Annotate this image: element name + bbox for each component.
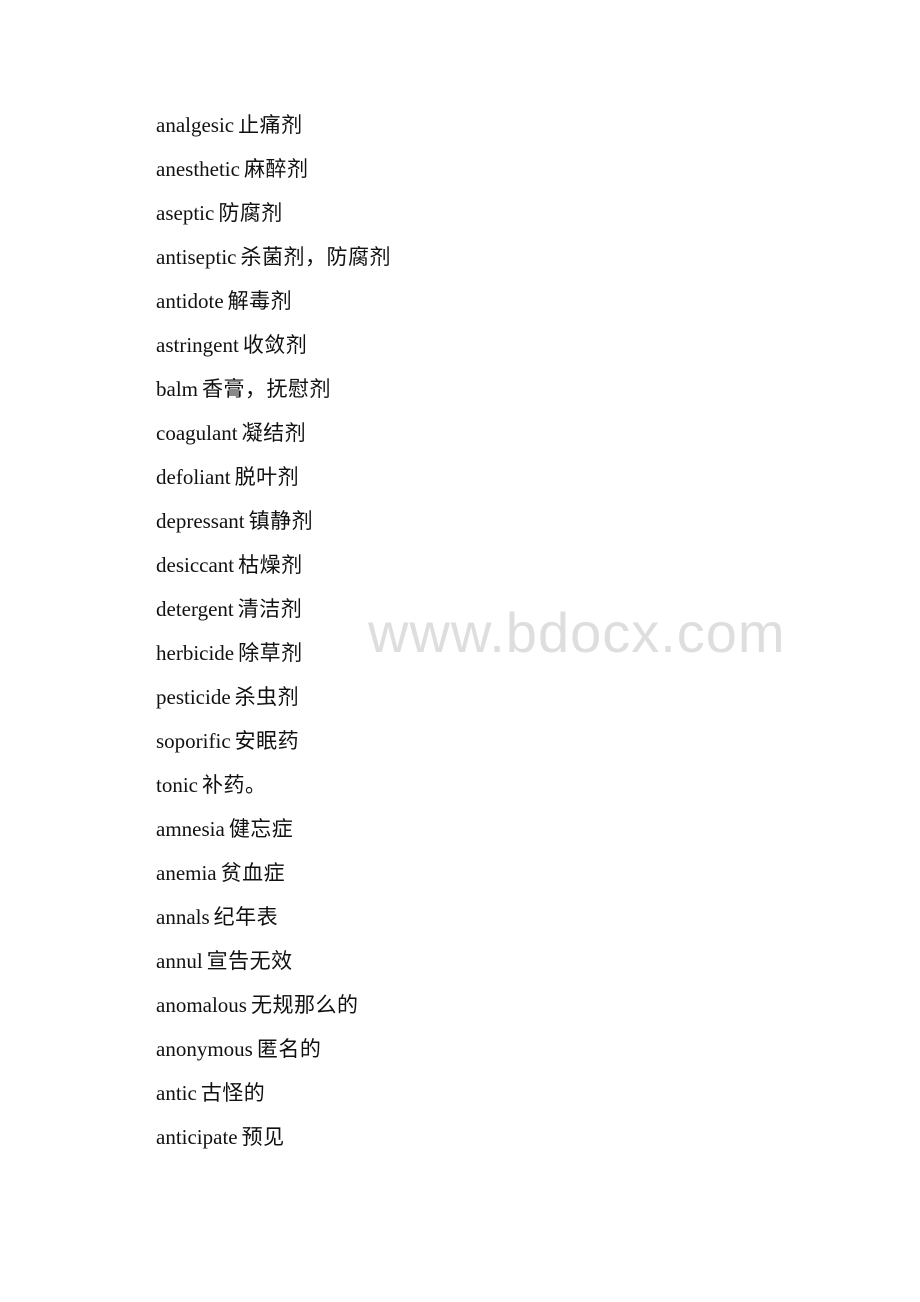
entry-definition: 凝结剂 — [241, 421, 307, 445]
entry-definition: 补药。 — [202, 773, 267, 797]
entry-definition: 匿名的 — [256, 1037, 322, 1061]
entry-definition: 枯燥剂 — [238, 553, 303, 577]
list-item: antic 古怪的 — [156, 1079, 391, 1123]
entry-term: anticipate — [156, 1125, 238, 1149]
watermark: www.bdocx.com — [368, 601, 786, 664]
entry-term: defoliant — [156, 465, 231, 489]
entry-term: astringent — [156, 333, 239, 357]
entry-definition: 健忘症 — [228, 817, 294, 841]
entry-term: pesticide — [156, 685, 231, 709]
entry-definition: 杀菌剂，防腐剂 — [240, 245, 391, 269]
list-item: anticipate 预见 — [156, 1123, 391, 1167]
entry-term: balm — [156, 377, 198, 401]
list-item: annul 宣告无效 — [156, 947, 391, 991]
entry-term: amnesia — [156, 817, 225, 841]
entry-definition: 防腐剂 — [218, 201, 283, 225]
entry-term: anomalous — [156, 993, 247, 1017]
list-item: defoliant 脱叶剂 — [156, 463, 391, 507]
entry-definition: 安眠药 — [234, 729, 300, 753]
list-item: desiccant 枯燥剂 — [156, 551, 391, 595]
document-page: analgesic 止痛剂 anesthetic 麻醉剂 aseptic 防腐剂 an… — [0, 0, 920, 1302]
list-item: amnesia 健忘症 — [156, 815, 391, 859]
entry-definition: 收敛剂 — [242, 333, 308, 357]
entry-term: antic — [156, 1081, 197, 1105]
list-item: anesthetic 麻醉剂 — [156, 155, 391, 199]
list-item: depressant 镇静剂 — [156, 507, 391, 551]
entry-term: aseptic — [156, 201, 215, 225]
entry-term: annul — [156, 949, 203, 973]
entry-definition: 麻醉剂 — [243, 157, 309, 181]
entry-definition: 镇静剂 — [248, 509, 314, 533]
entry-term: analgesic — [156, 113, 235, 137]
entry-definition: 止痛剂 — [238, 113, 303, 137]
list-item: coagulant 凝结剂 — [156, 419, 391, 463]
vocabulary-list: analgesic 止痛剂 anesthetic 麻醉剂 aseptic 防腐剂 an… — [156, 111, 391, 1167]
list-item: anonymous 匿名的 — [156, 1035, 391, 1079]
list-item: tonic 补药。 — [156, 771, 391, 815]
list-item: analgesic 止痛剂 — [156, 111, 391, 155]
list-item: antiseptic 杀菌剂，防腐剂 — [156, 243, 391, 287]
entry-term: herbicide — [156, 641, 235, 665]
list-item: annals 纪年表 — [156, 903, 391, 947]
entry-term: detergent — [156, 597, 234, 621]
entry-term: antidote — [156, 289, 224, 313]
entry-term: depressant — [156, 509, 245, 533]
list-item: soporific 安眠药 — [156, 727, 391, 771]
entry-definition: 古怪的 — [200, 1081, 266, 1105]
entry-term: anonymous — [156, 1037, 253, 1061]
entry-term: anemia — [156, 861, 217, 885]
list-item: aseptic 防腐剂 — [156, 199, 391, 243]
list-item: balm 香膏，抚慰剂 — [156, 375, 391, 419]
list-item: astringent 收敛剂 — [156, 331, 391, 375]
entry-definition: 杀虫剂 — [234, 685, 300, 709]
entry-definition: 香膏，抚慰剂 — [202, 377, 331, 401]
list-item: antidote 解毒剂 — [156, 287, 391, 331]
entry-definition: 纪年表 — [213, 905, 279, 929]
entry-term: coagulant — [156, 421, 238, 445]
entry-term: antiseptic — [156, 245, 237, 269]
list-item: anomalous 无规那么的 — [156, 991, 391, 1035]
entry-term: anesthetic — [156, 157, 240, 181]
entry-definition: 宣告无效 — [206, 949, 293, 973]
entry-definition: 贫血症 — [220, 861, 286, 885]
entry-definition: 脱叶剂 — [234, 465, 300, 489]
list-item: detergent 清洁剂 — [156, 595, 391, 639]
list-item: herbicide 除草剂 — [156, 639, 391, 683]
entry-definition: 解毒剂 — [227, 289, 293, 313]
entry-definition: 无规那么的 — [250, 993, 359, 1017]
entry-term: tonic — [156, 773, 198, 797]
entry-definition: 清洁剂 — [237, 597, 303, 621]
entry-term: annals — [156, 905, 210, 929]
entry-term: soporific — [156, 729, 231, 753]
list-item: pesticide 杀虫剂 — [156, 683, 391, 727]
entry-term: desiccant — [156, 553, 235, 577]
list-item: anemia 贫血症 — [156, 859, 391, 903]
entry-definition: 预见 — [241, 1125, 285, 1149]
entry-definition: 除草剂 — [238, 641, 303, 665]
